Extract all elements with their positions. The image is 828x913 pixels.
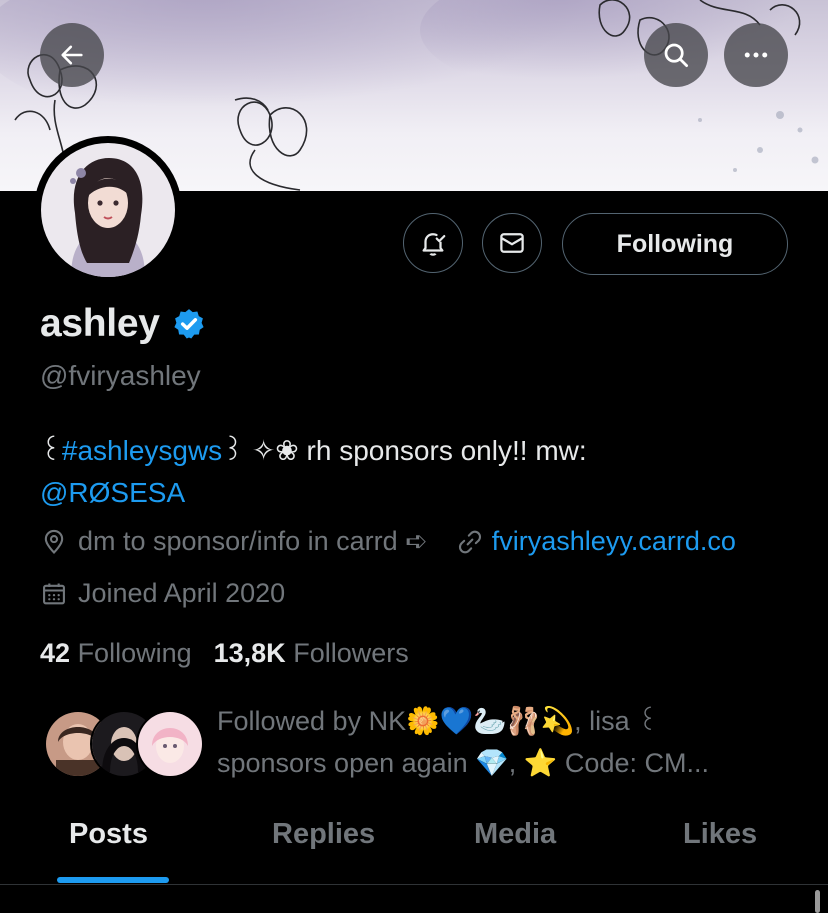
followers-label: Followers — [293, 638, 409, 668]
following-button[interactable]: Following — [562, 213, 788, 275]
tab-media[interactable]: Media — [474, 818, 556, 851]
joined-row: Joined April 2020 — [40, 578, 285, 609]
followers-count-link[interactable]: 13,8K Followers — [214, 638, 409, 669]
followers-count: 13,8K — [213, 638, 286, 668]
profile-joined-date: Joined April 2020 — [78, 578, 286, 608]
tab-posts[interactable]: Posts — [69, 818, 148, 851]
mutual-followers-avatars[interactable] — [44, 710, 204, 778]
calendar-icon — [43, 583, 65, 604]
profile-meta-row: dm to sponsor/info in carrd ➪ fviryashle… — [40, 526, 736, 557]
more-button[interactable] — [724, 23, 788, 87]
profile-location: dm to sponsor/info in carrd ➪ — [78, 526, 428, 556]
back-button[interactable] — [40, 23, 104, 87]
bio-mention-link[interactable]: @RØSESA — [40, 477, 185, 508]
search-button[interactable] — [644, 23, 708, 87]
bell-check-icon — [422, 233, 446, 256]
followed-by-text[interactable]: Followed by NK🌼💙🦢🩰💫, lisa ꒰ sponsors ope… — [217, 700, 709, 784]
arrow-left-icon — [61, 45, 83, 65]
profile-handle: @fviryashley — [40, 360, 201, 391]
name-row: ashley — [40, 302, 206, 346]
following-label: Following — [77, 638, 192, 668]
verified-badge-icon[interactable] — [172, 307, 206, 341]
more-horizontal-icon — [744, 52, 768, 58]
bio-hashtag-link[interactable]: #ashleysgws — [62, 435, 222, 466]
mail-icon — [500, 233, 524, 253]
scrollbar[interactable] — [815, 890, 820, 913]
profile-avatar[interactable] — [34, 136, 182, 284]
profile-bio: ꒰#ashleysgws꒱ ✧❀ rh sponsors only!! mw: … — [40, 430, 800, 514]
following-count: 42 — [40, 638, 71, 668]
bio-text: ꒱ ✧❀ rh sponsors only!! mw: — [222, 435, 587, 466]
notifications-button[interactable] — [403, 213, 463, 273]
profile-stats: 42 Following 13,8K Followers — [40, 638, 409, 669]
tabs-divider — [0, 884, 828, 885]
active-tab-indicator — [57, 877, 169, 883]
tab-likes[interactable]: Likes — [683, 818, 757, 851]
following-count-link[interactable]: 42 Following — [40, 638, 192, 669]
followed-by-line-1: Followed by NK🌼💙🦢🩰💫, lisa ꒰ — [217, 706, 659, 736]
link-icon — [458, 530, 481, 553]
message-button[interactable] — [482, 213, 542, 273]
profile-website-link[interactable]: fviryashleyy.carrd.co — [492, 526, 736, 557]
avatar-image — [41, 143, 175, 277]
profile-tabs: Posts Replies Media Likes — [0, 800, 828, 884]
mutual-avatar — [136, 710, 204, 778]
bio-bracket: ꒰ — [40, 435, 62, 466]
followed-by-line-2: sponsors open again 💎, ⭐ Code: CM... — [217, 748, 709, 778]
display-name: ashley — [40, 302, 160, 345]
search-icon — [664, 43, 688, 67]
tab-replies[interactable]: Replies — [272, 818, 375, 851]
location-pin-icon — [44, 529, 64, 554]
